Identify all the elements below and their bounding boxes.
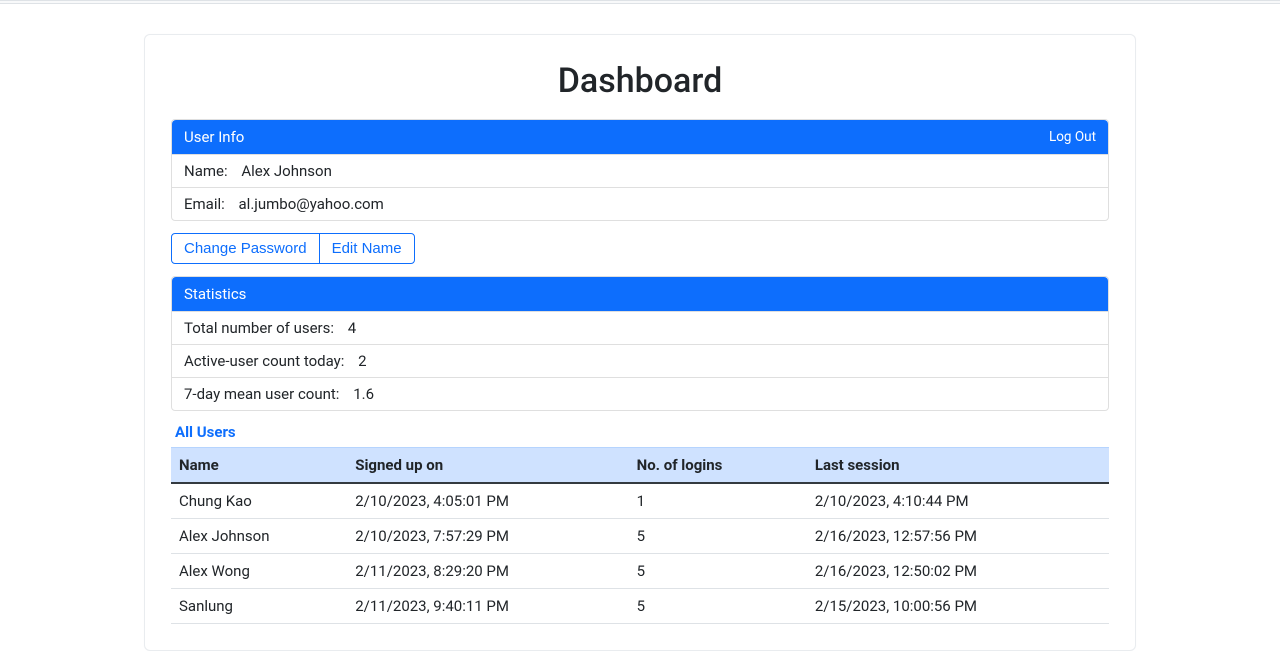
stat-total-users: Total number of users: 4 xyxy=(172,311,1108,344)
cell-name: Alex Wong xyxy=(171,554,349,589)
user-info-card: User Info Log Out Name: Alex Johnson Ema… xyxy=(171,119,1109,221)
col-last-session: Last session xyxy=(809,448,1109,484)
stat-mean-label: 7-day mean user count: xyxy=(184,385,339,403)
users-table: Name Signed up on No. of logins Last ses… xyxy=(171,447,1109,624)
cell-signedUp: 2/10/2023, 7:57:29 PM xyxy=(349,519,630,554)
page-title: Dashboard xyxy=(171,61,1109,101)
cell-signedUp: 2/11/2023, 9:40:11 PM xyxy=(349,589,630,624)
stat-total-value: 4 xyxy=(348,319,356,337)
cell-signedUp: 2/10/2023, 4:05:01 PM xyxy=(349,483,630,519)
edit-name-button[interactable]: Edit Name xyxy=(319,233,415,264)
cell-lastSession: 2/10/2023, 4:10:44 PM xyxy=(809,483,1109,519)
table-row: Sanlung2/11/2023, 9:40:11 PM52/15/2023, … xyxy=(171,589,1109,624)
col-logins: No. of logins xyxy=(631,448,809,484)
table-row: Chung Kao2/10/2023, 4:05:01 PM12/10/2023… xyxy=(171,483,1109,519)
cell-name: Chung Kao xyxy=(171,483,349,519)
stat-active-label: Active-user count today: xyxy=(184,352,344,370)
user-info-header: User Info Log Out xyxy=(172,120,1108,154)
top-divider xyxy=(0,0,1280,4)
cell-logins: 5 xyxy=(631,519,809,554)
stat-mean-users: 7-day mean user count: 1.6 xyxy=(172,377,1108,410)
user-email-row: Email: al.jumbo@yahoo.com xyxy=(172,187,1108,220)
cell-lastSession: 2/16/2023, 12:50:02 PM xyxy=(809,554,1109,589)
dashboard-container: Dashboard User Info Log Out Name: Alex J… xyxy=(144,34,1136,651)
cell-name: Sanlung xyxy=(171,589,349,624)
user-email-value: al.jumbo@yahoo.com xyxy=(239,195,384,213)
table-row: Alex Wong2/11/2023, 8:29:20 PM52/16/2023… xyxy=(171,554,1109,589)
table-row: Alex Johnson2/10/2023, 7:57:29 PM52/16/2… xyxy=(171,519,1109,554)
col-signed-up: Signed up on xyxy=(349,448,630,484)
stat-active-value: 2 xyxy=(358,352,366,370)
cell-signedUp: 2/11/2023, 8:29:20 PM xyxy=(349,554,630,589)
all-users-title: All Users xyxy=(175,423,1109,441)
user-actions: Change Password Edit Name xyxy=(171,233,415,264)
statistics-header-label: Statistics xyxy=(184,285,246,303)
statistics-card: Statistics Total number of users: 4 Acti… xyxy=(171,276,1109,411)
change-password-button[interactable]: Change Password xyxy=(171,233,320,264)
user-name-label: Name: xyxy=(184,162,228,180)
cell-logins: 1 xyxy=(631,483,809,519)
stat-mean-value: 1.6 xyxy=(353,385,374,403)
table-header-row: Name Signed up on No. of logins Last ses… xyxy=(171,448,1109,484)
user-name-value: Alex Johnson xyxy=(241,162,332,180)
col-name: Name xyxy=(171,448,349,484)
logout-link[interactable]: Log Out xyxy=(1049,129,1096,145)
stat-total-label: Total number of users: xyxy=(184,319,334,337)
statistics-header: Statistics xyxy=(172,277,1108,311)
user-name-row: Name: Alex Johnson xyxy=(172,154,1108,187)
cell-lastSession: 2/16/2023, 12:57:56 PM xyxy=(809,519,1109,554)
cell-name: Alex Johnson xyxy=(171,519,349,554)
stat-active-users: Active-user count today: 2 xyxy=(172,344,1108,377)
cell-logins: 5 xyxy=(631,554,809,589)
cell-lastSession: 2/15/2023, 10:00:56 PM xyxy=(809,589,1109,624)
cell-logins: 5 xyxy=(631,589,809,624)
user-info-header-label: User Info xyxy=(184,128,244,146)
user-email-label: Email: xyxy=(184,195,225,213)
